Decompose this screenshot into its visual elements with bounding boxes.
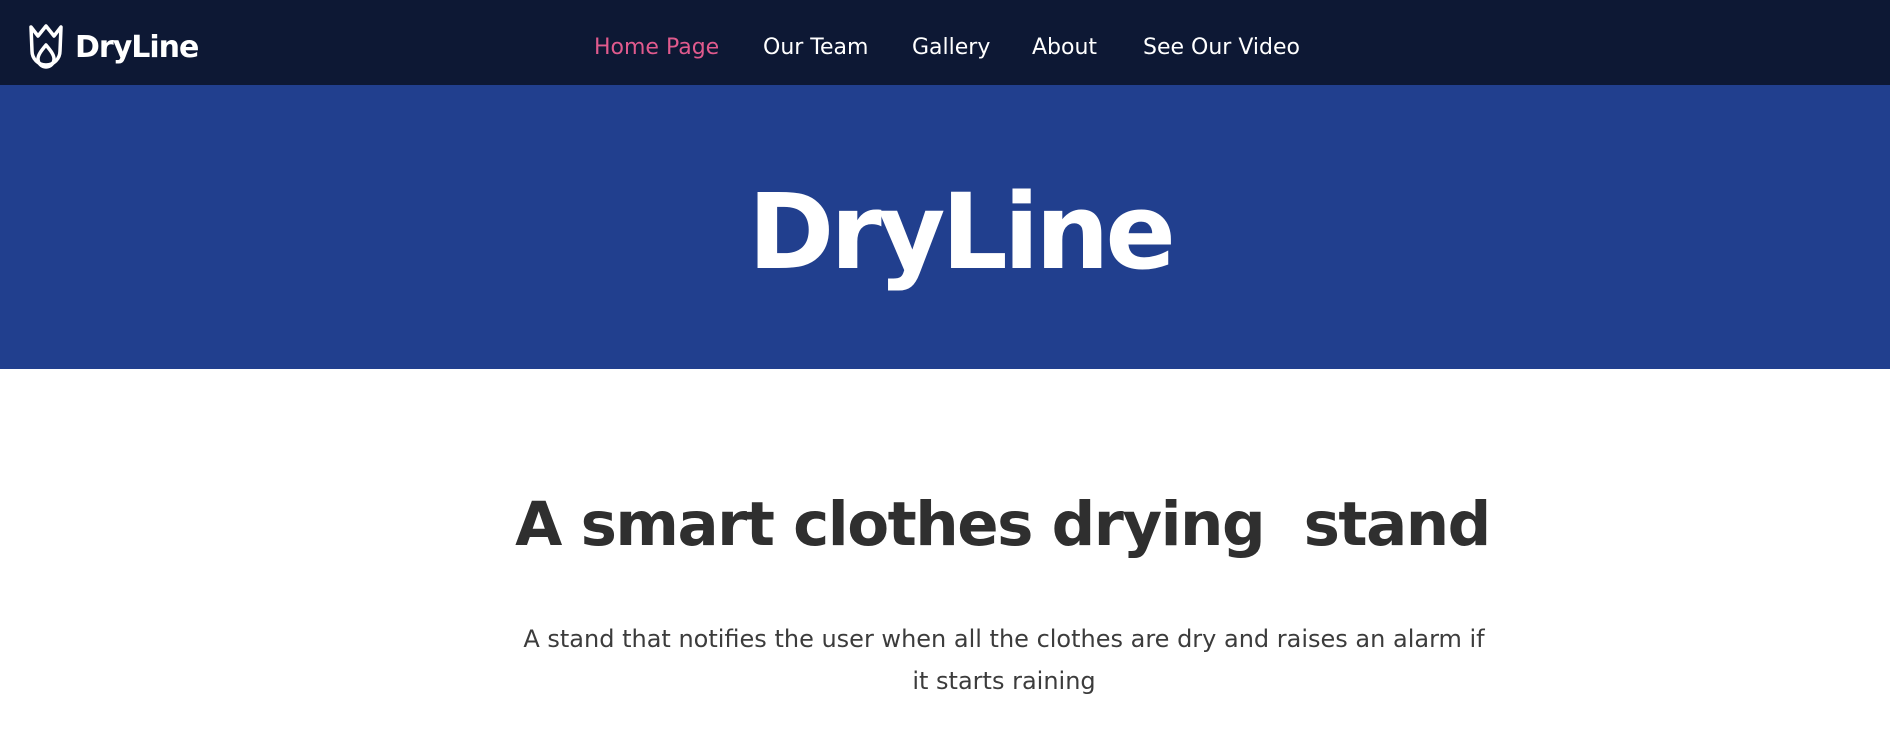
nav-see-our-video[interactable]: See Our Video [1143,34,1300,62]
nav-home-page[interactable]: Home Page [594,34,719,62]
nav-our-team[interactable]: Our Team [763,34,868,62]
section-description: A stand that notifies the user when all … [523,625,1485,695]
nav-about[interactable]: About [1032,34,1097,62]
hero-title: DryLine [748,171,1176,293]
main-nav: Home Page Our Team Gallery About See Our… [0,0,1890,85]
nav-gallery[interactable]: Gallery [912,34,990,62]
section-heading: A smart clothes drying stand [515,489,1491,560]
hero-banner: DryLine [0,85,1890,369]
site-header: DryLine Home Page Our Team Gallery About… [0,0,1890,85]
